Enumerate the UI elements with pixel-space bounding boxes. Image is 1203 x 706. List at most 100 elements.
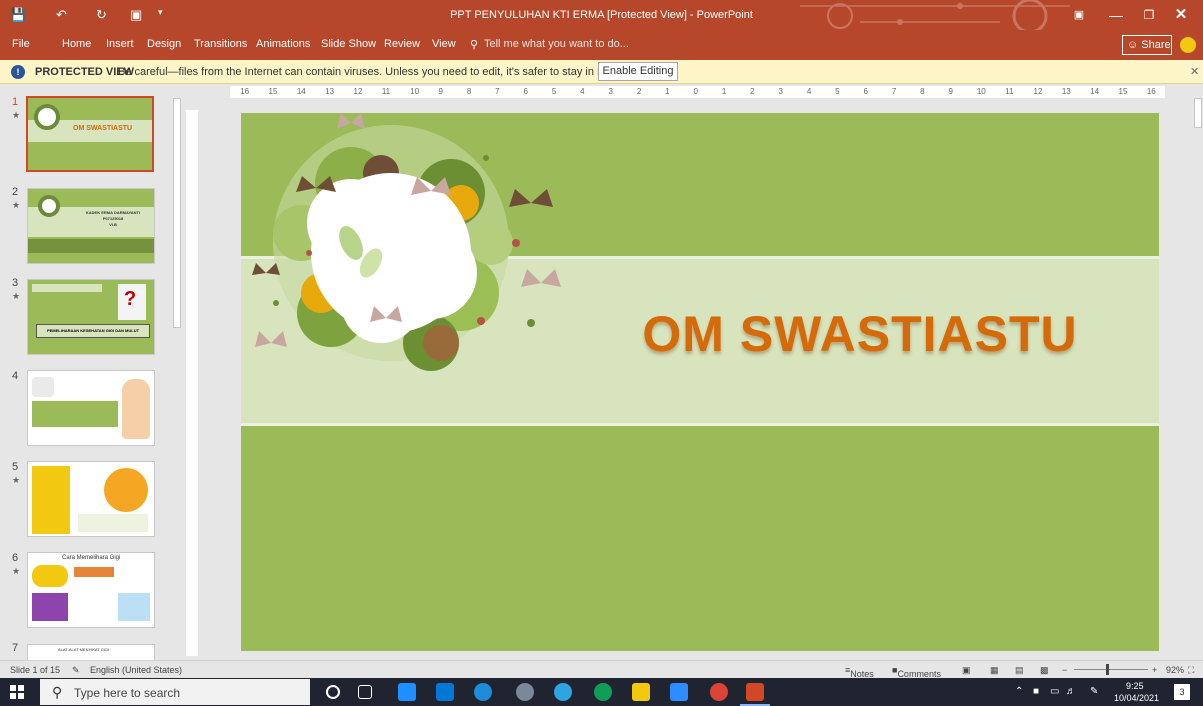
tab-slide-show[interactable]: Slide Show [321, 38, 376, 50]
slide-thumbnail-7[interactable]: ALAT-ALAT MENYIKAT GIGI [27, 644, 155, 660]
close-button[interactable]: ✕ [1170, 4, 1192, 26]
file-explorer-icon[interactable] [632, 683, 650, 701]
tab-insert[interactable]: Insert [106, 38, 134, 50]
notes-button[interactable]: ≡ Notes [845, 665, 874, 679]
horizontal-ruler: 16 15 14 13 12 11 10 9 8 7 6 5 4 3 2 1 0 1 2 3 4 5 6 7 8 9 10 11 12 1… [230, 86, 1165, 98]
telegram-icon[interactable] [554, 683, 572, 701]
ruler-label: 2 [750, 87, 755, 96]
ruler-label: 13 [1061, 87, 1071, 96]
task-view-icon[interactable] [358, 685, 372, 699]
mail-icon[interactable] [436, 683, 454, 701]
ruler-label: 14 [296, 87, 306, 96]
comments-button[interactable]: ■ Comments [892, 665, 941, 679]
thumb-image [32, 593, 68, 621]
chrome-icon[interactable] [710, 683, 728, 701]
cortana-icon[interactable] [326, 685, 340, 699]
network-icon[interactable]: ■ [1033, 686, 1039, 697]
show-hidden-icons-icon[interactable]: ⌃ [1015, 686, 1023, 697]
lightbulb-icon: ⚲ [470, 39, 479, 51]
zoom-in-icon[interactable]: + [1152, 665, 1157, 675]
thumb-text-block [78, 514, 148, 532]
ruler-label: 16 [240, 87, 250, 96]
tab-review[interactable]: Review [384, 38, 420, 50]
zoom-level[interactable]: 92% [1166, 665, 1184, 675]
volume-icon[interactable]: ♬ [1066, 686, 1076, 697]
ribbon-display-options-icon[interactable]: ▣ [1068, 4, 1090, 26]
ruler-label: 6 [523, 87, 528, 96]
thumb-number: 1 [12, 96, 19, 108]
fit-slide-icon[interactable]: ⛶ [1188, 665, 1194, 676]
scrollbar-thumb[interactable] [1194, 98, 1202, 128]
slide-scrollbar[interactable] [1193, 84, 1203, 624]
clock-date[interactable]: 10/04/2021 [1114, 693, 1159, 703]
clock-time[interactable]: 9:25 [1126, 681, 1144, 691]
taskbar-search-box[interactable]: ⚲ Type here to search [40, 679, 310, 705]
ruler-label: 10 [976, 87, 986, 96]
app-icon[interactable] [516, 683, 534, 701]
thumbnails-scrollbar[interactable] [171, 84, 183, 660]
thumb-footer [28, 239, 154, 253]
thumb-icons-row [32, 284, 102, 292]
edge-icon[interactable] [594, 683, 612, 701]
protected-view-message: Be careful—files from the Internet can c… [118, 66, 674, 78]
zoom-slider[interactable] [1074, 669, 1148, 670]
slide-thumbnail-3[interactable]: ? PEMELIHARAAN KESEHATAN GIGI DAN MULUT [27, 279, 155, 355]
minimize-button[interactable]: — [1105, 4, 1127, 26]
status-bar: Slide 1 of 15 ✎ English (United States) … [0, 660, 1203, 679]
spell-check-icon[interactable]: ✎ [72, 665, 80, 676]
notification-center-icon[interactable]: 3 [1174, 684, 1190, 700]
animation-star-icon: ★ [12, 291, 21, 301]
ruler-label: 11 [381, 87, 391, 96]
tab-view[interactable]: View [432, 38, 456, 50]
slide-counter[interactable]: Slide 1 of 15 [10, 665, 60, 675]
tab-transitions[interactable]: Transitions [194, 38, 247, 50]
smiley-feedback-icon[interactable] [1180, 37, 1196, 53]
zoom-out-icon[interactable]: − [1062, 665, 1067, 675]
slide-thumbnail-5[interactable] [27, 461, 155, 537]
ruler-label: 13 [325, 87, 335, 96]
close-icon[interactable]: ✕ [1190, 65, 1199, 78]
thumb-image [74, 567, 114, 577]
thumb-circle-image [104, 468, 148, 512]
windows-start-icon[interactable] [10, 685, 24, 699]
edge-legacy-icon[interactable] [474, 683, 492, 701]
zoom-app-icon[interactable] [670, 683, 688, 701]
slide-title[interactable]: OM SWASTIASTU [601, 305, 1119, 363]
zoom-slider-handle[interactable] [1106, 664, 1109, 675]
tab-design[interactable]: Design [147, 38, 181, 50]
slide-sorter-icon[interactable]: ▦ [990, 665, 999, 676]
scrollbar-thumb[interactable] [173, 98, 181, 328]
powerpoint-icon[interactable] [746, 683, 764, 701]
slide-canvas[interactable]: OM SWASTIASTU [241, 113, 1159, 651]
slide-thumbnail-2[interactable]: KADEK ERMA DARMAYANTI P07125018 VI.B [27, 188, 155, 264]
tell-me-box[interactable]: Tell me what you want to do... [484, 38, 629, 50]
slide-thumbnail-6[interactable]: Cara Memelihara Gigi [27, 552, 155, 628]
reading-view-icon[interactable]: ▤ [1015, 665, 1024, 676]
restore-button[interactable]: ❐ [1138, 4, 1160, 26]
animation-star-icon: ★ [12, 110, 21, 120]
share-button[interactable]: ☺ Share [1122, 35, 1172, 55]
ruler-label: 11 [1005, 87, 1014, 96]
slide-show-icon[interactable]: ▩ [1040, 665, 1049, 676]
normal-view-icon[interactable]: ▣ [962, 665, 971, 676]
ruler-label: 9 [438, 87, 443, 96]
language-indicator[interactable]: English (United States) [90, 665, 182, 675]
vertical-ruler [186, 110, 198, 656]
tab-home[interactable]: Home [62, 38, 91, 50]
enable-editing-button[interactable]: Enable Editing [598, 62, 678, 81]
notification-count: 3 [1179, 687, 1185, 697]
pen-icon[interactable]: ✎ [1090, 686, 1098, 697]
ruler-label: 4 [580, 87, 585, 96]
thumb-number: 2 [12, 186, 19, 198]
animation-star-icon: ★ [12, 566, 21, 576]
slide-thumbnail-1[interactable]: OM SWASTIASTU [26, 96, 154, 172]
tab-file[interactable]: File [12, 38, 30, 50]
ruler-label: 3 [778, 87, 783, 96]
ribbon-tabs: File Home Insert Design Transitions Anim… [0, 30, 1203, 60]
ruler-label: 5 [835, 87, 840, 96]
store-icon[interactable] [398, 683, 416, 701]
slide-thumbnail-4[interactable] [27, 370, 155, 446]
butterfly-wreath-graphic [252, 113, 561, 371]
tab-animations[interactable]: Animations [256, 38, 310, 50]
battery-icon[interactable]: ▭ [1050, 686, 1059, 697]
